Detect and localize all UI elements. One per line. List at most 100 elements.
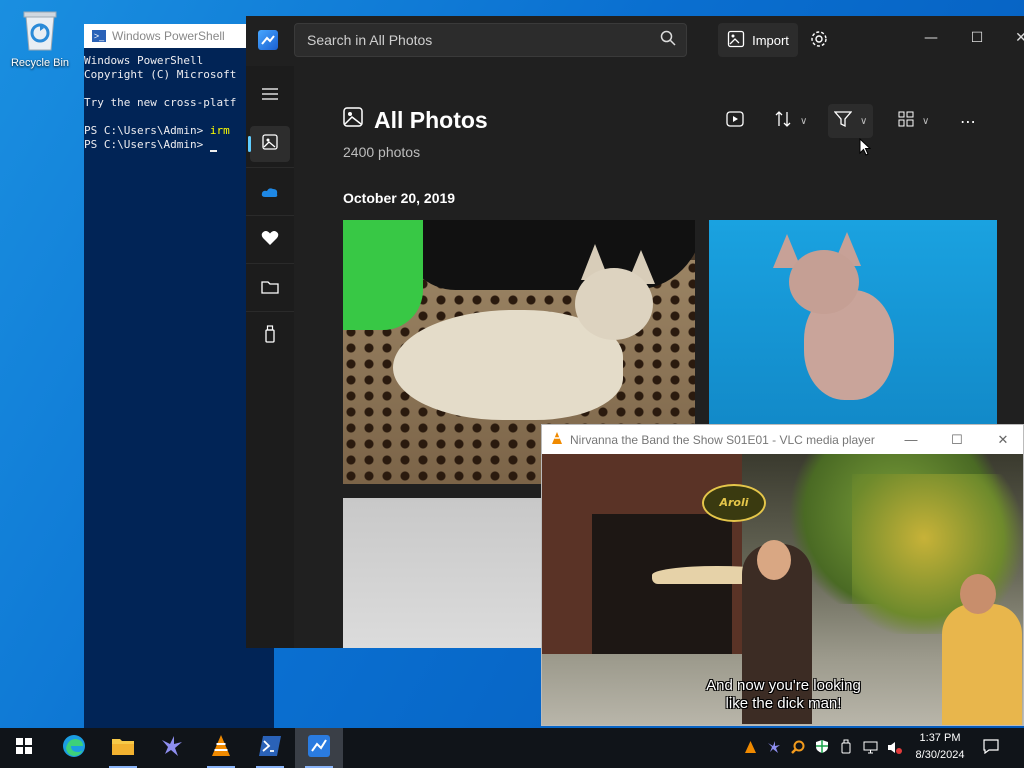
clock-date: 8/30/2024 [915,749,965,761]
sidebar-item-folders[interactable] [250,270,290,306]
taskbar-clock[interactable]: 1:37 PM 8/30/2024 [905,730,975,764]
vlc-cone-icon [550,431,564,448]
sidebar-item-favorites[interactable] [250,222,290,258]
tray-bird[interactable] [764,728,784,768]
sidebar-item-device[interactable] [250,318,290,354]
photo-thumbnail-hairless-kitten-blue[interactable] [709,220,997,430]
sidebar-divider [246,215,294,216]
view-layout-button[interactable]: ∨ [892,104,935,138]
mouse-pointer-icon [859,137,872,160]
tray-volume[interactable] [884,728,904,768]
windows-logo-icon [16,738,32,758]
bird-app-icon [160,734,184,762]
sidebar-divider [246,263,294,264]
grid-layout-icon [898,111,914,131]
gear-icon [810,30,828,52]
close-icon: ✕ [997,431,1009,447]
shield-icon [815,739,829,758]
ps-line: Try the new cross-platf [84,96,237,109]
taskbar-file-explorer[interactable] [99,728,147,768]
notification-speech-bubble-icon [983,738,999,758]
taskbar-app-bird[interactable] [148,728,196,768]
clock-time: 1:37 PM [919,732,961,744]
sort-button[interactable]: ∨ [768,104,813,138]
usb-drive-icon [264,325,276,347]
tray-vlc[interactable] [740,728,760,768]
vlc-video-area[interactable]: Aroli And now you're looking like the di… [542,454,1023,725]
taskbar-edge[interactable] [50,728,98,768]
sort-arrows-icon [774,110,792,132]
powershell-icon [258,735,282,761]
hamburger-menu-button[interactable] [250,76,290,112]
ps-line: Windows PowerShell [84,54,204,67]
ps-prompt: PS C:\Users\Admin> [84,124,210,137]
notification-center-button[interactable] [978,728,1004,768]
filter-button[interactable]: ∨ [828,104,874,138]
taskbar-powershell[interactable] [246,728,294,768]
close-button[interactable]: ✕ [1006,26,1024,50]
import-label: Import [752,32,789,48]
powershell-icon: >_ [92,30,106,42]
sidebar-item-onedrive[interactable] [250,174,290,210]
ps-prompt: PS C:\Users\Admin> [84,138,210,151]
start-button[interactable] [0,728,48,768]
recycle-bin-desktop-icon[interactable]: Recycle Bin [6,8,74,69]
vlc-maximize-button[interactable]: ☐ [935,425,979,454]
search-icon[interactable] [660,30,676,50]
more-options-button[interactable]: ⋯ [954,104,984,138]
date-group-heading: October 20, 2019 [343,190,456,206]
recycle-bin-label: Recycle Bin [10,57,70,69]
tray-search[interactable] [788,728,808,768]
vlc-window[interactable]: Nirvanna the Band the Show S01E01 - VLC … [541,424,1024,726]
taskbar: 1:37 PM 8/30/2024 [0,728,1024,768]
photos-app-icon [258,30,278,50]
search-box[interactable] [294,23,687,57]
recycle-bin-icon [20,8,60,52]
import-icon [727,30,745,51]
vlc-cone-icon [744,739,757,758]
vlc-titlebar[interactable]: Nirvanna the Band the Show S01E01 - VLC … [542,425,1023,454]
sidebar-divider [246,311,294,312]
taskbar-photos[interactable] [295,728,343,768]
photo-gallery-icon [342,106,364,134]
chevron-down-icon: ∨ [922,115,930,127]
tray-security[interactable] [812,728,832,768]
photos-app-icon [307,734,331,762]
vlc-cone-icon [210,734,232,762]
subtitle-line: And now you're looking [706,677,861,694]
vlc-close-button[interactable]: ✕ [981,425,1023,454]
page-title-text: All Photos [374,106,488,133]
chevron-down-icon: ∨ [860,115,868,127]
play-slideshow-icon [726,111,744,131]
tray-usb[interactable] [836,728,856,768]
hamburger-icon [262,85,278,104]
file-explorer-folder-icon [111,736,135,760]
settings-button[interactable] [806,28,832,54]
tray-network[interactable] [860,728,880,768]
ps-command: irm [209,124,230,137]
subtitle-line: like the dick man! [725,695,842,712]
storefront-sign: Aroli [702,484,766,522]
sidebar-item-all-photos[interactable] [248,126,290,162]
folder-icon [261,279,279,298]
maximize-button[interactable]: ☐ [962,26,992,50]
import-button[interactable]: Import [718,23,798,57]
taskbar-vlc[interactable] [197,728,245,768]
more-dots-icon: ⋯ [960,111,978,131]
slideshow-button[interactable] [720,104,750,138]
network-icon [863,739,878,758]
chevron-down-icon: ∨ [800,115,808,127]
photo-gallery-icon [261,133,279,155]
volume-muted-icon [887,739,902,758]
onedrive-cloud-icon [261,183,279,202]
vlc-title: Nirvanna the Band the Show S01E01 - VLC … [570,432,875,447]
vlc-minimize-button[interactable]: — [889,425,933,454]
ps-line: Copyright (C) Microsoft [84,68,237,81]
sidebar-divider [246,167,294,168]
photos-sidebar [246,66,294,648]
photos-titlebar[interactable]: Import — ☐ ✕ [246,16,1024,66]
video-subtitle: And now you're looking like the dick man… [542,677,1023,713]
search-input[interactable] [305,31,660,49]
filter-funnel-icon [833,110,853,132]
minimize-button[interactable]: — [916,26,946,50]
